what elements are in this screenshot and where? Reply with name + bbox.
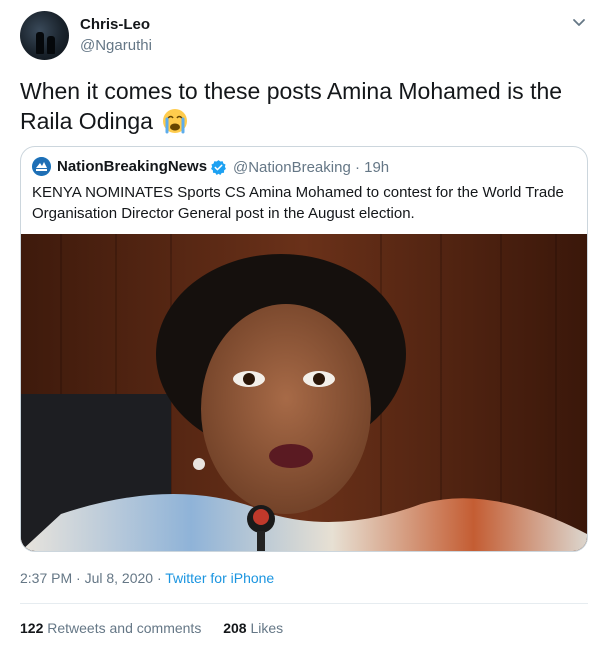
author-avatar[interactable] [20, 11, 69, 60]
author-handle[interactable]: @Ngaruthi [80, 37, 152, 54]
tweet-timestamp[interactable]: 2:37 PM · Jul 8, 2020 · [20, 570, 162, 586]
avatar-figure [36, 32, 44, 54]
nation-logo-icon [32, 157, 51, 176]
quoted-tweet[interactable]: NationBreakingNews @NationBreaking · 19h… [20, 146, 588, 552]
quoted-tweet-text: KENYA NOMINATES Sports CS Amina Mohamed … [32, 184, 564, 222]
tweet-stats: 122 Retweets and comments 208 Likes [20, 620, 283, 636]
tweet-source-link[interactable]: Twitter for iPhone [165, 570, 274, 586]
retweets-count: 122 [20, 620, 44, 636]
avatar-figure [47, 36, 55, 54]
quoted-author-name[interactable]: NationBreakingNews [57, 158, 207, 175]
quoted-tweet-photo[interactable] [21, 234, 587, 551]
retweets-stat[interactable]: 122 Retweets and comments [20, 620, 205, 636]
retweets-label: Retweets and comments [47, 620, 202, 636]
quoted-author-handle[interactable]: @NationBreaking · 19h [233, 159, 389, 176]
chevron-down-icon[interactable] [572, 18, 586, 28]
divider [20, 603, 588, 604]
tweet-text: When it comes to these posts Amina Moham… [20, 76, 590, 136]
tweet-card: Chris-Leo @Ngaruthi When it comes to the… [0, 0, 608, 647]
likes-label: Likes [250, 620, 284, 636]
author-name[interactable]: Chris-Leo [80, 16, 150, 33]
loudly-crying-face-icon [163, 109, 188, 134]
tweet-meta: 2:37 PM · Jul 8, 2020 · Twitter for iPho… [20, 570, 274, 586]
likes-stat[interactable]: 208 Likes [223, 620, 283, 636]
likes-count: 208 [223, 620, 247, 636]
tweet-text-content: When it comes to these posts Amina Moham… [20, 78, 563, 134]
quoted-author-avatar[interactable] [32, 157, 51, 176]
verified-badge-icon [211, 160, 226, 175]
